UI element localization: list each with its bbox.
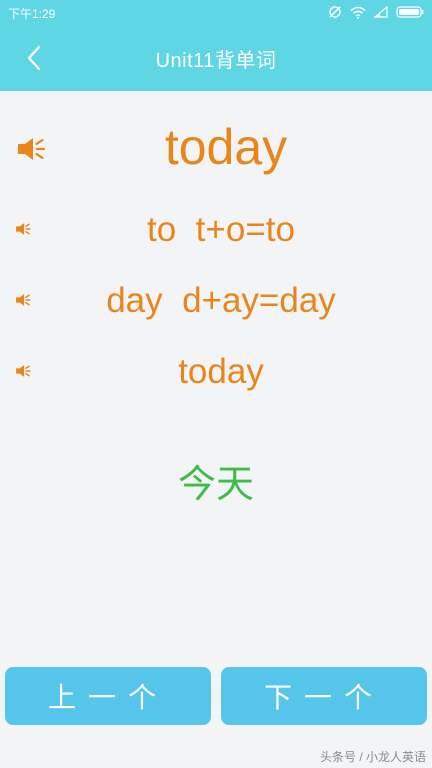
main-word: today (164, 119, 288, 175)
top-bar: 下午1:29 Unit11背单词 (0, 0, 432, 91)
status-time: 下午1:29 (8, 7, 56, 21)
breakdown-text-3: today (178, 352, 264, 391)
previous-button[interactable]: 上一个 (5, 667, 211, 725)
breakdown-row-1: to t+o=to (0, 210, 432, 254)
battery-icon (396, 6, 424, 18)
main-word-row: today (0, 118, 432, 182)
breakdown-row-3: today (0, 352, 432, 396)
status-bar: 下午1:29 (0, 0, 432, 24)
next-button[interactable]: 下一个 (221, 667, 427, 725)
word-meaning: 今天 (177, 464, 254, 506)
breakdown-text-2: day d+ay=day (106, 281, 336, 320)
breakdown-text-1: to t+o=to (147, 210, 295, 249)
breakdown-row-2: day d+ay=day (0, 281, 432, 325)
watermark: 头条号 / 小龙人英语 (319, 750, 426, 764)
app-header: Unit11背单词 (0, 24, 432, 91)
rotation-lock-icon (329, 6, 341, 18)
signal-icon (374, 6, 388, 18)
page-title: Unit11背单词 (155, 50, 277, 72)
status-icons (328, 4, 424, 20)
wifi-icon (350, 6, 366, 19)
